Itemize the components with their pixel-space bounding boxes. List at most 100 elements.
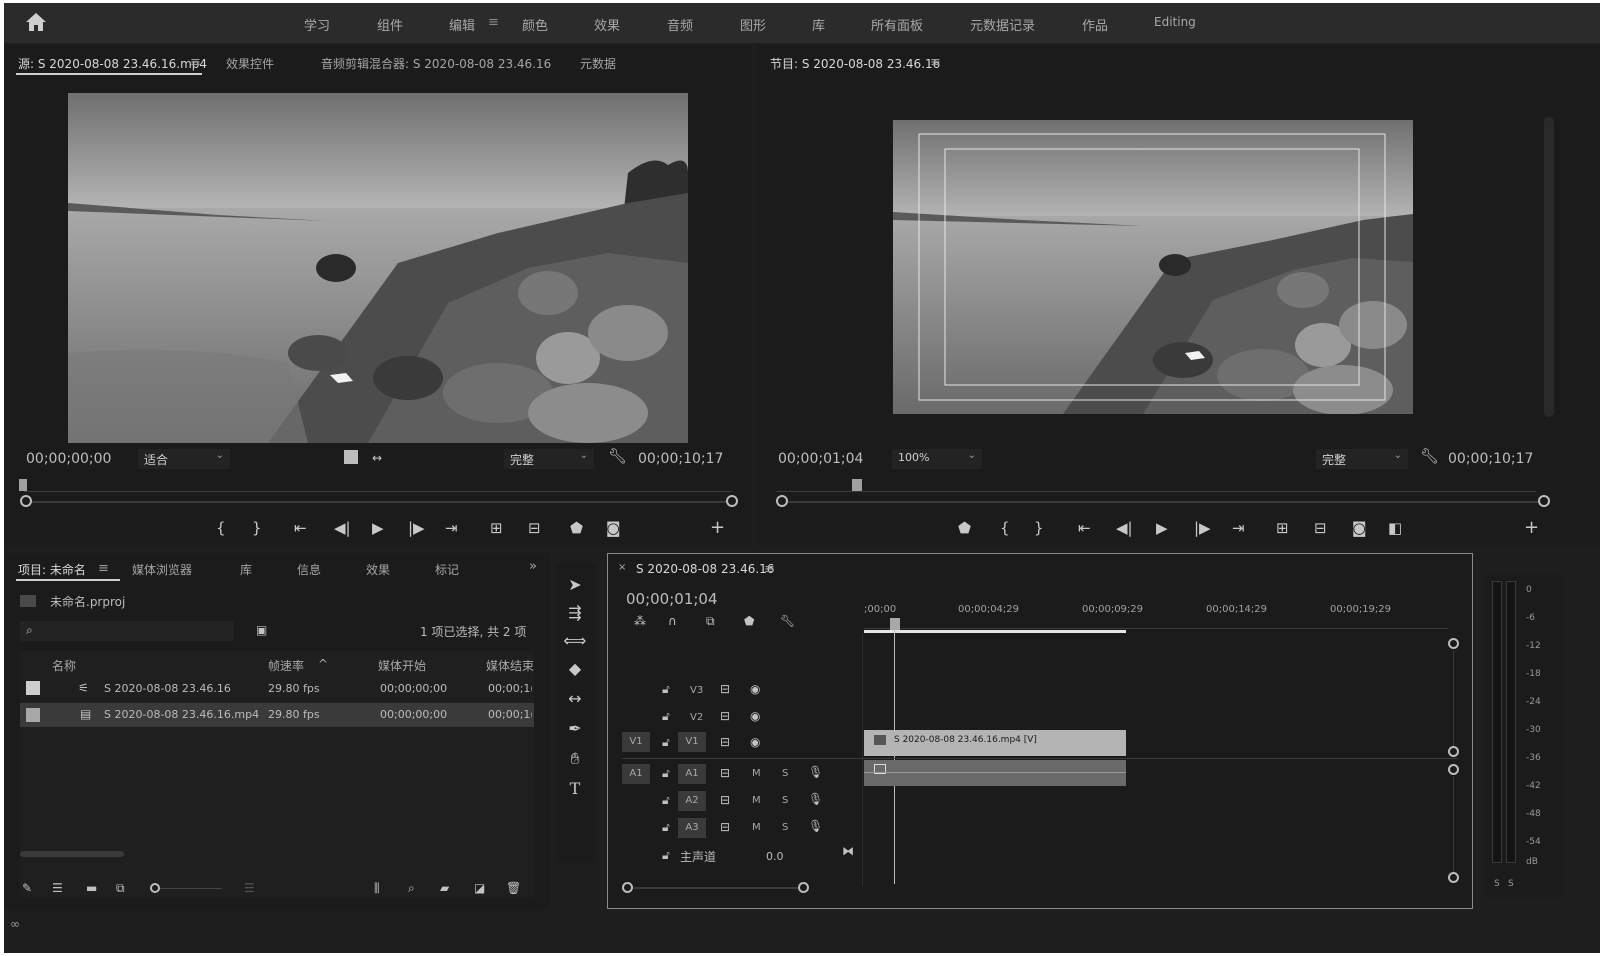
program-quality-dropdown[interactable]: 完整 ⌄ (1316, 449, 1408, 469)
insert-icon[interactable]: ⊞ (490, 519, 503, 537)
workspace-production[interactable]: 作品 (1082, 15, 1108, 34)
workspace-effects[interactable]: 效果 (594, 15, 620, 34)
eye-icon[interactable]: ◉ (750, 735, 760, 749)
mic-icon[interactable]: 🎙︎ (808, 765, 823, 779)
track-target-v1[interactable]: V1 (678, 732, 706, 752)
ripple-edit-icon[interactable]: ⟺ (562, 629, 588, 653)
zoom-slider[interactable] (160, 888, 222, 889)
column-frame-rate[interactable]: 帧速率 (268, 657, 304, 674)
audio-clip[interactable] (864, 760, 1126, 786)
tab-sequence[interactable]: S 2020-08-08 23.46.16 (636, 562, 774, 576)
track-target-a2[interactable]: A2 (678, 791, 706, 811)
sort-icon[interactable]: ☰ (244, 881, 255, 895)
tab-metadata[interactable]: 元数据 (580, 55, 616, 72)
trash-icon[interactable]: 🗑︎ (506, 881, 521, 895)
zoom-handle-left[interactable] (20, 495, 32, 507)
go-to-out-icon[interactable]: ⇥ (1232, 519, 1245, 537)
program-playhead-timecode[interactable]: 00;00;01;04 (778, 451, 863, 467)
new-search-bin-icon[interactable]: ▣ (256, 623, 267, 637)
camera-icon[interactable]: ◙ (606, 519, 621, 537)
source-quality-dropdown[interactable]: 完整 ⌄ (504, 449, 594, 469)
mic-icon[interactable]: 🎙︎ (808, 792, 823, 806)
meter-solo-left[interactable]: S (1494, 879, 1500, 889)
lock-icon[interactable]: 🔓︎ (662, 848, 670, 863)
timeline-timecode[interactable]: 00;00;01;04 (626, 590, 718, 608)
video-clip[interactable]: S 2020-08-08 23.46.16.mp4 [V] (864, 730, 1126, 756)
workspace-audio[interactable]: 音频 (667, 15, 693, 34)
zoom-handle-right[interactable] (1538, 495, 1550, 507)
program-video-frame[interactable] (893, 120, 1413, 414)
column-media-end[interactable]: 媒体结束 (486, 657, 534, 674)
hamburger-icon[interactable]: ≡ (98, 561, 109, 576)
settings-square-icon[interactable] (344, 450, 358, 464)
tab-effects[interactable]: 效果 (366, 561, 390, 578)
pen-icon[interactable]: ✒ (562, 717, 588, 741)
extract-icon[interactable]: ⊟ (1314, 519, 1327, 537)
linked-selection-icon[interactable]: ⧉ (706, 614, 715, 629)
label-color-swatch[interactable] (26, 708, 40, 722)
program-scrollbar[interactable] (1544, 117, 1554, 417)
add-marker-icon[interactable]: ⬟ (744, 614, 754, 628)
mic-icon[interactable]: 🎙︎ (808, 819, 823, 833)
wrench-icon[interactable]: 🔧︎ (608, 447, 627, 465)
master-volume-value[interactable]: 0.0 (766, 850, 784, 863)
workspace-color[interactable]: 颜色 (522, 15, 548, 34)
home-icon[interactable] (24, 11, 48, 33)
vertical-zoom-handle[interactable] (1448, 872, 1459, 883)
program-zoom-dropdown[interactable]: 100% ⌄ (892, 449, 982, 469)
play-icon[interactable]: ▶ (1156, 519, 1168, 537)
sync-lock-icon[interactable]: ⊟ (720, 682, 730, 696)
track-target-a3[interactable]: A3 (678, 818, 706, 838)
sync-lock-icon[interactable]: ⊟ (720, 820, 730, 834)
lock-icon[interactable]: 🔓︎ (662, 709, 670, 724)
go-to-edit-icon[interactable]: ⧓ (842, 844, 854, 858)
automate-to-sequence-icon[interactable]: ⫼ (374, 881, 380, 896)
source-zoom-bar[interactable] (30, 501, 730, 503)
wrench-icon[interactable]: 🔧︎ (1420, 447, 1439, 465)
tab-audio-clip-mixer[interactable]: 音频剪辑混合器: S 2020-08-08 23.46.16 (321, 55, 551, 72)
creative-cloud-icon[interactable]: ∞ (10, 917, 20, 931)
step-forward-icon[interactable]: |▶ (1194, 519, 1211, 537)
label-color-swatch[interactable] (26, 681, 40, 695)
mark-in-icon[interactable]: { (1000, 519, 1010, 537)
wrench-icon[interactable]: 🔧︎ (780, 614, 795, 628)
hamburger-icon[interactable]: ≡ (190, 55, 201, 70)
lock-icon[interactable]: 🔓︎ (662, 766, 670, 781)
vertical-zoom-handle[interactable] (1448, 638, 1459, 649)
vertical-scroll-track[interactable] (1453, 776, 1454, 872)
source-playhead[interactable] (19, 479, 27, 491)
mute-button[interactable]: M (752, 795, 761, 806)
program-zoom-bar[interactable] (782, 501, 1542, 503)
mute-button[interactable]: M (752, 822, 761, 833)
source-video-frame[interactable] (68, 93, 688, 443)
sync-lock-icon[interactable]: ⊟ (720, 793, 730, 807)
close-icon[interactable]: × (618, 562, 626, 573)
solo-button[interactable]: S (782, 768, 788, 779)
nest-icon[interactable]: ⁂ (634, 614, 646, 628)
sync-lock-icon[interactable]: ⊟ (720, 766, 730, 780)
icon-view-icon[interactable]: ▬ (86, 881, 97, 895)
list-view-icon[interactable]: ☰ (52, 881, 63, 895)
tab-source[interactable]: 源: S 2020-08-08 23.46.16.mp4 (18, 55, 207, 72)
sync-lock-icon[interactable]: ⊟ (720, 709, 730, 723)
source-patch-v1[interactable]: V1 (622, 732, 650, 752)
tab-effect-controls[interactable]: 效果控件 (226, 55, 274, 72)
vertical-scroll-track[interactable] (1453, 650, 1454, 748)
lock-icon[interactable]: 🔓︎ (662, 793, 670, 808)
column-name[interactable]: 名称 (52, 657, 76, 674)
go-to-in-icon[interactable]: ⇤ (1078, 519, 1091, 537)
lock-icon[interactable]: 🔓︎ (662, 820, 670, 835)
zoom-slider-handle[interactable] (150, 883, 160, 893)
lock-icon[interactable]: 🔓︎ (662, 735, 670, 750)
column-media-start[interactable]: 媒体开始 (378, 657, 426, 674)
hand-icon[interactable]: ✋︎ (562, 747, 588, 771)
workspace-libraries[interactable]: 库 (812, 15, 825, 34)
workspace-metadata-logging[interactable]: 元数据记录 (970, 15, 1035, 34)
razor-icon[interactable]: ◆ (562, 657, 588, 681)
step-back-icon[interactable]: ◀| (334, 519, 351, 537)
hamburger-icon[interactable]: ≡ (930, 55, 941, 70)
comparison-view-icon[interactable]: ◧ (1388, 519, 1402, 537)
workspace-assembly[interactable]: 组件 (377, 15, 403, 34)
go-to-out-icon[interactable]: ⇥ (445, 519, 458, 537)
tab-media-browser[interactable]: 媒体浏览器 (132, 561, 192, 578)
